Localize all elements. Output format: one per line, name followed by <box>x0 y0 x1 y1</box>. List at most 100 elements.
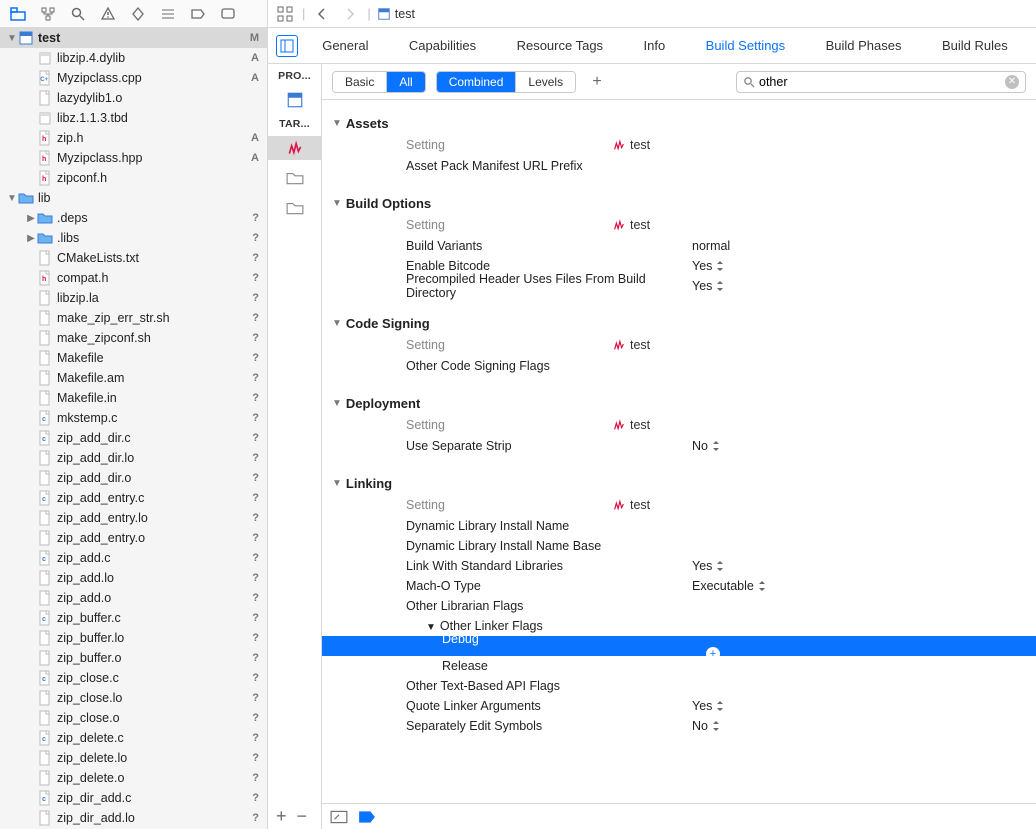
file-item[interactable]: ▶.libs? <box>0 228 267 248</box>
file-item[interactable]: make_zipconf.sh? <box>0 328 267 348</box>
editor-tab-build-phases[interactable]: Build Phases <box>812 28 916 64</box>
breakpoint-navigator-icon[interactable] <box>190 6 206 22</box>
file-item[interactable]: zip_buffer.lo? <box>0 628 267 648</box>
disclosure-triangle-icon[interactable]: ▼ <box>6 193 18 204</box>
setting-row[interactable]: Link With Standard LibrariesYes <box>322 556 1036 576</box>
setting-value[interactable]: Yes <box>692 259 724 273</box>
file-item[interactable]: zip_close.o? <box>0 708 267 728</box>
related-items-icon[interactable] <box>274 3 296 25</box>
file-item[interactable]: zip_add_entry.o? <box>0 528 267 548</box>
file-item[interactable]: zip_add_entry.lo? <box>0 508 267 528</box>
file-item[interactable]: zip_add.o? <box>0 588 267 608</box>
file-item[interactable]: zip_buffer.o? <box>0 648 267 668</box>
remove-target-icon[interactable]: − <box>297 806 308 827</box>
setting-row[interactable]: Quote Linker ArgumentsYes <box>322 696 1036 716</box>
setting-row[interactable]: Dynamic Library Install Name Base <box>322 536 1036 556</box>
section-header[interactable]: ▼Linking <box>322 472 1036 494</box>
file-item[interactable]: zip_dir_add.lo? <box>0 808 267 828</box>
setting-value[interactable]: No <box>692 439 720 453</box>
xcodeproj-icon[interactable] <box>283 88 307 112</box>
disclosure-triangle-icon[interactable]: ▼ <box>6 33 18 44</box>
setting-value[interactable]: Yes <box>692 559 724 573</box>
editor-tab-info[interactable]: Info <box>630 28 680 64</box>
file-item[interactable]: hzipconf.h <box>0 168 267 188</box>
file-item[interactable]: libzip.la? <box>0 288 267 308</box>
disclosure-triangle-icon[interactable]: ▼ <box>332 478 342 489</box>
editor-tab-build-settings[interactable]: Build Settings <box>692 28 800 64</box>
file-item[interactable]: zip_delete.lo? <box>0 748 267 768</box>
find-navigator-icon[interactable] <box>70 6 86 22</box>
file-item[interactable]: czip_add_dir.c? <box>0 428 267 448</box>
setting-row[interactable]: Dynamic Library Install Name <box>322 516 1036 536</box>
test-navigator-icon[interactable] <box>130 6 146 22</box>
file-item[interactable]: zip_close.lo? <box>0 688 267 708</box>
search-input[interactable] <box>759 75 1001 89</box>
project-item[interactable]: ▼ test M <box>0 28 267 48</box>
add-target-icon[interactable]: + <box>276 806 287 827</box>
file-item[interactable]: czip_buffer.c? <box>0 608 267 628</box>
seg-all[interactable]: All <box>387 72 424 92</box>
section-header[interactable]: ▼Code Signing <box>322 312 1036 334</box>
debug-navigator-icon[interactable] <box>160 6 176 22</box>
clear-search-icon[interactable]: ✕ <box>1005 75 1019 89</box>
setting-value[interactable]: No <box>692 719 720 733</box>
setting-row[interactable]: Debug+ <box>322 636 1036 656</box>
disclosure-triangle-icon[interactable]: ▼ <box>332 118 342 129</box>
nav-back-icon[interactable] <box>311 3 333 25</box>
add-value-icon[interactable]: + <box>706 647 720 661</box>
stepper-icon[interactable] <box>758 581 766 591</box>
build-settings-table[interactable]: ▼AssetsSetting testAsset Pack Manifest U… <box>322 100 1036 803</box>
file-item[interactable]: libz.1.1.3.tbd <box>0 108 267 128</box>
file-item[interactable]: zip_add.lo? <box>0 568 267 588</box>
setting-row[interactable]: Asset Pack Manifest URL Prefix <box>322 156 1036 176</box>
stepper-icon[interactable] <box>712 441 720 451</box>
stepper-icon[interactable] <box>716 701 724 711</box>
disclosure-triangle-icon[interactable]: ▼ <box>332 318 342 329</box>
file-item[interactable]: CMakeLists.txt? <box>0 248 267 268</box>
editor-tab-resource-tags[interactable]: Resource Tags <box>503 28 617 64</box>
nav-forward-icon[interactable] <box>339 3 361 25</box>
setting-value[interactable]: Executable <box>692 579 766 593</box>
file-item[interactable]: Makefile.am? <box>0 368 267 388</box>
setting-row[interactable]: Other Librarian Flags <box>322 596 1036 616</box>
setting-row[interactable]: Other Code Signing Flags <box>322 356 1036 376</box>
file-item[interactable]: libzip.4.dylibA <box>0 48 267 68</box>
file-item[interactable]: zip_add_dir.o? <box>0 468 267 488</box>
file-item[interactable]: Makefile.in? <box>0 388 267 408</box>
search-field[interactable]: ✕ <box>736 71 1026 93</box>
stepper-icon[interactable] <box>712 721 720 731</box>
disclosure-triangle-icon[interactable]: ▼ <box>332 398 342 409</box>
file-item[interactable]: czip_add_entry.c? <box>0 488 267 508</box>
file-item[interactable]: czip_dir_add.c? <box>0 788 267 808</box>
disclosure-triangle-icon[interactable]: ▶ <box>25 233 37 244</box>
project-navigator-icon[interactable] <box>10 6 26 22</box>
file-item[interactable]: lazydylib1.o <box>0 88 267 108</box>
breakpoint-tag-icon[interactable] <box>358 808 376 826</box>
file-item[interactable]: zip_add_dir.lo? <box>0 448 267 468</box>
stepper-icon[interactable] <box>716 281 724 291</box>
stepper-icon[interactable] <box>716 561 724 571</box>
file-item[interactable]: Makefile? <box>0 348 267 368</box>
setting-row[interactable]: Release <box>322 656 1036 676</box>
setting-value[interactable]: Yes <box>692 279 724 293</box>
app-target-icon[interactable] <box>268 136 321 160</box>
source-control-navigator-icon[interactable] <box>40 6 56 22</box>
basic-all-segment[interactable]: Basic All <box>332 71 426 93</box>
setting-row[interactable]: Separately Edit SymbolsNo <box>322 716 1036 736</box>
editor-tab-capabilities[interactable]: Capabilities <box>395 28 490 64</box>
setting-row[interactable]: Other Text-Based API Flags <box>322 676 1036 696</box>
file-item[interactable]: ▶.deps? <box>0 208 267 228</box>
file-item[interactable]: hzip.hA <box>0 128 267 148</box>
add-setting-button[interactable]: + <box>586 71 608 93</box>
file-item[interactable]: czip_close.c? <box>0 668 267 688</box>
section-header[interactable]: ▼Assets <box>322 112 1036 134</box>
folder-icon[interactable] <box>283 166 307 190</box>
setting-row[interactable]: Precompiled Header Uses Files From Build… <box>322 276 1036 296</box>
file-item[interactable]: czip_add.c? <box>0 548 267 568</box>
editor-tab-general[interactable]: General <box>308 28 382 64</box>
breadcrumb[interactable]: test <box>377 7 415 21</box>
issue-navigator-icon[interactable] <box>100 6 116 22</box>
stepper-icon[interactable] <box>716 261 724 271</box>
report-navigator-icon[interactable] <box>220 6 236 22</box>
disclosure-triangle-icon[interactable]: ▶ <box>25 213 37 224</box>
